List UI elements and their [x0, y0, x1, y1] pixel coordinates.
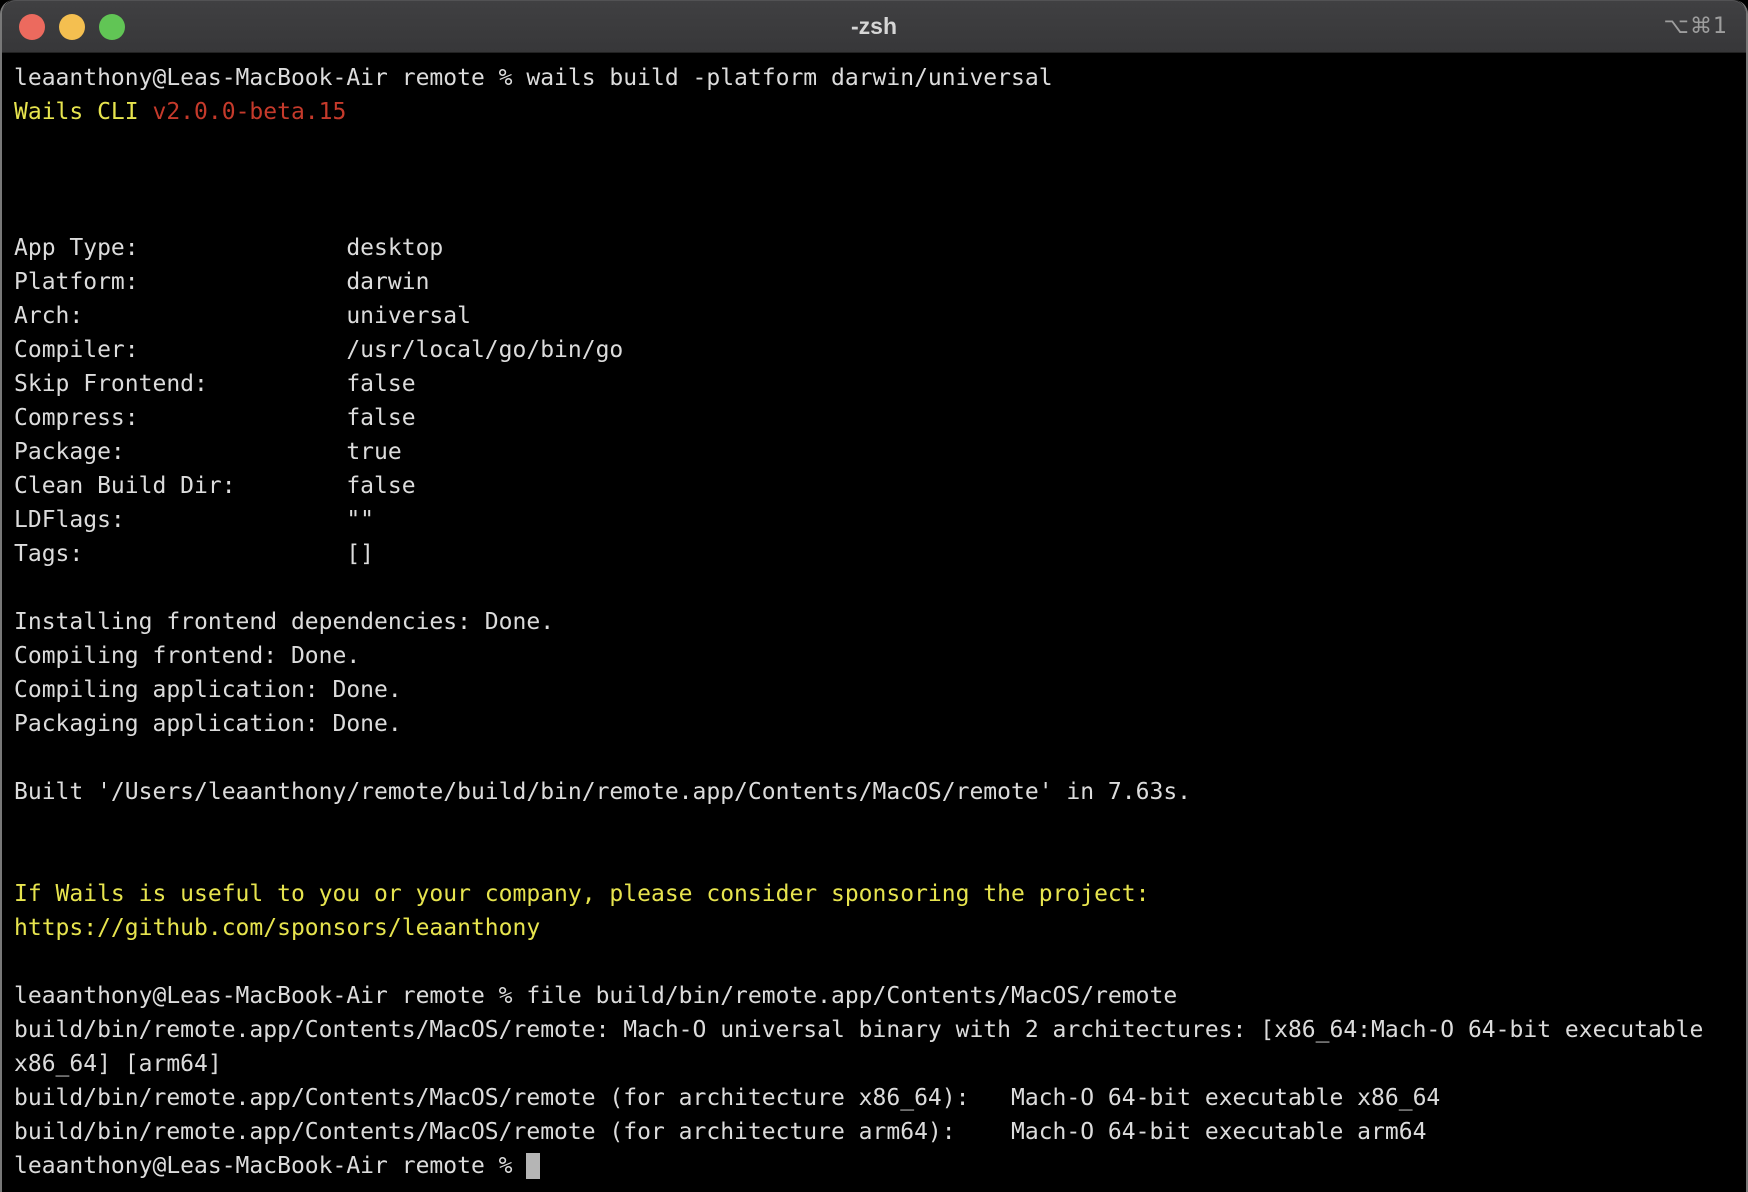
terminal-line: leaanthony@Leas-MacBook-Air remote % fil…	[14, 979, 1746, 1013]
terminal-line: build/bin/remote.app/Contents/MacOS/remo…	[14, 1115, 1746, 1149]
terminal-output[interactable]: leaanthony@Leas-MacBook-Air remote % wai…	[2, 53, 1746, 1192]
terminal-text: Wails CLI	[14, 99, 152, 125]
terminal-text: App Type: desktop	[14, 235, 443, 261]
terminal-line: x86_64] [arm64]	[14, 1047, 1746, 1081]
terminal-line: leaanthony@Leas-MacBook-Air remote % wai…	[14, 61, 1746, 95]
terminal-text: https://github.com/sponsors/leaanthony	[14, 915, 540, 941]
terminal-line: Platform: darwin	[14, 265, 1746, 299]
terminal-line	[14, 129, 1746, 163]
terminal-line: Arch: universal	[14, 299, 1746, 333]
terminal-line: Compiling frontend: Done.	[14, 639, 1746, 673]
terminal-line: build/bin/remote.app/Contents/MacOS/remo…	[14, 1081, 1746, 1115]
terminal-text: Compiler: /usr/local/go/bin/go	[14, 337, 623, 363]
terminal-text: Compiling application: Done.	[14, 677, 402, 703]
terminal-text: x86_64] [arm64]	[14, 1051, 222, 1077]
terminal-line: If Wails is useful to you or your compan…	[14, 877, 1746, 911]
terminal-line: Compiling application: Done.	[14, 673, 1746, 707]
terminal-text: Package: true	[14, 439, 402, 465]
terminal-text: If Wails is useful to you or your compan…	[14, 881, 1149, 907]
terminal-text: build/bin/remote.app/Contents/MacOS/remo…	[14, 1085, 1440, 1111]
window-title: -zsh	[2, 0, 1746, 53]
tab-shortcut-badge: ⌥⌘1	[1664, 0, 1728, 53]
terminal-line: Built '/Users/leaanthony/remote/build/bi…	[14, 775, 1746, 809]
terminal-line: Packaging application: Done.	[14, 707, 1746, 741]
terminal-line: leaanthony@Leas-MacBook-Air remote %	[14, 1149, 1746, 1183]
terminal-line	[14, 809, 1746, 843]
terminal-text: Installing frontend dependencies: Done.	[14, 609, 554, 635]
terminal-text: build/bin/remote.app/Contents/MacOS/remo…	[14, 1017, 1703, 1043]
terminal-line: Package: true	[14, 435, 1746, 469]
terminal-text: leaanthony@Leas-MacBook-Air remote % fil…	[14, 983, 1177, 1009]
terminal-line	[14, 741, 1746, 775]
terminal-line: https://github.com/sponsors/leaanthony	[14, 911, 1746, 945]
terminal-line	[14, 843, 1746, 877]
terminal-line: Clean Build Dir: false	[14, 469, 1746, 503]
terminal-text: Skip Frontend: false	[14, 371, 416, 397]
terminal-text: Built '/Users/leaanthony/remote/build/bi…	[14, 779, 1191, 805]
terminal-text: Compress: false	[14, 405, 416, 431]
terminal-line: build/bin/remote.app/Contents/MacOS/remo…	[14, 1013, 1746, 1047]
terminal-text: Arch: universal	[14, 303, 471, 329]
terminal-text: v2.0.0-beta.15	[152, 99, 346, 125]
terminal-text: Clean Build Dir: false	[14, 473, 416, 499]
terminal-text: Compiling frontend: Done.	[14, 643, 360, 669]
terminal-window: -zsh ⌥⌘1 leaanthony@Leas-MacBook-Air rem…	[0, 0, 1748, 1192]
terminal-line	[14, 945, 1746, 979]
terminal-line: Compiler: /usr/local/go/bin/go	[14, 333, 1746, 367]
terminal-line: App Type: desktop	[14, 231, 1746, 265]
terminal-text: leaanthony@Leas-MacBook-Air remote %	[14, 1153, 526, 1179]
terminal-line: Compress: false	[14, 401, 1746, 435]
terminal-line	[14, 197, 1746, 231]
terminal-line: Skip Frontend: false	[14, 367, 1746, 401]
terminal-line: Wails CLI v2.0.0-beta.15	[14, 95, 1746, 129]
terminal-line: LDFlags: ""	[14, 503, 1746, 537]
window-titlebar[interactable]: -zsh ⌥⌘1	[2, 0, 1746, 53]
terminal-line: Installing frontend dependencies: Done.	[14, 605, 1746, 639]
terminal-text: Tags: []	[14, 541, 374, 567]
terminal-text: Packaging application: Done.	[14, 711, 402, 737]
terminal-text: LDFlags: ""	[14, 507, 374, 533]
terminal-cursor	[526, 1153, 540, 1179]
terminal-text: leaanthony@Leas-MacBook-Air remote % wai…	[14, 65, 1053, 91]
terminal-text: build/bin/remote.app/Contents/MacOS/remo…	[14, 1119, 1426, 1145]
terminal-line	[14, 163, 1746, 197]
terminal-line	[14, 571, 1746, 605]
clipped-background-text: ▖▄▄▗ ▖▄▄▄▄▖▄▄▄▄▄▄▖▄▄ ▄▖	[412, 1185, 972, 1192]
terminal-line: Tags: []	[14, 537, 1746, 571]
terminal-text: Platform: darwin	[14, 269, 429, 295]
